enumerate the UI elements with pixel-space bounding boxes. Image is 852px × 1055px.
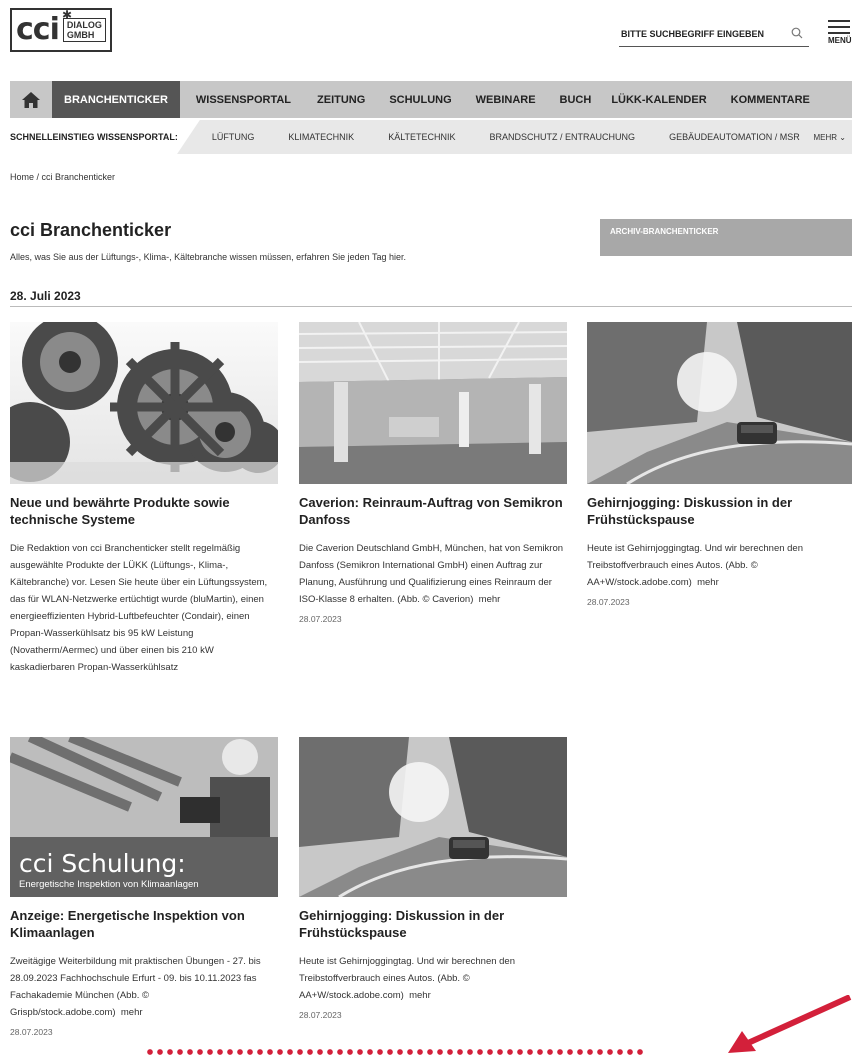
nav-item-luekk-kalender[interactable]: LÜKK-KALENDER <box>601 81 716 118</box>
logo-box: cci DIALOG GMBH <box>10 8 112 52</box>
gears-image[interactable] <box>10 322 278 484</box>
breadcrumb[interactable]: Home / cci Branchenticker <box>10 172 115 182</box>
red-arrow-annotation <box>728 995 852 1053</box>
article-title[interactable]: Gehirnjogging: Diskussion in der Frühstü… <box>587 494 852 528</box>
article-text: Die Caverion Deutschland GmbH, München, … <box>299 543 564 605</box>
article-card: cci Schulung: Energetische Inspektion vo… <box>10 737 278 1037</box>
more-dropdown[interactable]: MEHR ⌄ <box>814 133 847 142</box>
training-image[interactable]: cci Schulung: Energetische Inspektion vo… <box>10 737 278 897</box>
nav-item-buch[interactable]: BUCH <box>550 81 602 118</box>
subnav-item-kaeltetechnik[interactable]: KÄLTETECHNIK <box>388 132 455 142</box>
search-input[interactable] <box>619 25 783 40</box>
site-header: cci DIALOG GMBH ✱ MENÜ <box>0 0 852 80</box>
page-title: cci Branchenticker <box>10 220 172 240</box>
more-link[interactable]: mehr <box>121 1007 143 1018</box>
article-title[interactable]: Gehirnjogging: Diskussion in der Frühstü… <box>299 907 567 941</box>
more-label: MEHR <box>813 132 838 142</box>
nav-item-wissensportal[interactable]: WISSENSPORTAL <box>186 81 301 118</box>
hamburger-icon <box>828 20 850 34</box>
search-icon[interactable] <box>791 27 803 42</box>
divider <box>10 306 852 307</box>
article-text: Heute ist Gehirnjoggingtag. Und wir bere… <box>587 543 803 588</box>
image-subtitle: Energetische Inspektion von Klimaanlagen <box>19 879 199 890</box>
car-image[interactable] <box>587 322 852 484</box>
article-text: Heute ist Gehirnjoggingtag. Und wir bere… <box>299 956 515 1001</box>
car-image[interactable] <box>299 737 567 897</box>
chevron-down-icon: ⌄ <box>839 132 846 142</box>
article-card: Neue und bewährte Produkte sowie technis… <box>10 322 278 676</box>
article-text: Zweitägige Weiterbildung mit praktischen… <box>10 956 261 1018</box>
article-title[interactable]: Caverion: Reinraum-Auftrag von Semikron … <box>299 494 567 528</box>
image-title: cci Schulung: <box>19 849 186 878</box>
article-card: Caverion: Reinraum-Auftrag von Semikron … <box>299 322 567 624</box>
article-title[interactable]: Anzeige: Energetische Inspektion von Kli… <box>10 907 278 941</box>
article-date: 28.07.2023 <box>299 614 342 624</box>
logo-text: cci <box>16 12 60 47</box>
article-date: 28.07.2023 <box>299 1010 342 1020</box>
article-text: Die Redaktion von cci Branchenticker ste… <box>10 543 268 673</box>
cleanroom-image[interactable] <box>299 322 567 484</box>
nav-item-kommentare[interactable]: KOMMENTARE <box>721 81 820 118</box>
more-link[interactable]: mehr <box>409 990 431 1001</box>
logo[interactable]: cci DIALOG GMBH ✱ <box>10 8 112 52</box>
home-icon[interactable] <box>10 81 52 118</box>
menu-button[interactable]: MENÜ <box>828 20 852 45</box>
subnav-item-lueftung[interactable]: LÜFTUNG <box>212 132 255 142</box>
nav-item-zeitung[interactable]: ZEITUNG <box>307 81 375 118</box>
main-navigation: BRANCHENTICKER WISSENSPORTAL ZEITUNG SCH… <box>10 81 852 118</box>
more-link[interactable]: mehr <box>479 594 501 605</box>
article-date: 28.07.2023 <box>10 1027 53 1037</box>
archive-button[interactable]: ARCHIV-BRANCHENTICKER <box>600 219 852 256</box>
subnav-item-gebaeudeautomation[interactable]: GEBÄUDEAUTOMATION / MSR <box>669 132 800 142</box>
nav-item-webinare[interactable]: WEBINARE <box>466 81 546 118</box>
article-title[interactable]: Neue und bewährte Produkte sowie technis… <box>10 494 278 528</box>
quick-access-bar: SCHNELLEINSTIEG WISSENSPORTAL: LÜFTUNG K… <box>10 120 852 154</box>
page-intro: Alles, was Sie aus der Lüftungs-, Klima-… <box>10 252 407 262</box>
date-heading: 28. Juli 2023 <box>10 289 81 303</box>
article-date: 28.07.2023 <box>587 597 630 607</box>
subnav-item-brandschutz[interactable]: BRANDSCHUTZ / ENTRAUCHUNG <box>490 132 636 142</box>
nav-item-branchenticker[interactable]: BRANCHENTICKER <box>52 81 180 118</box>
logo-star-icon: ✱ <box>62 8 73 22</box>
nav-item-schulung[interactable]: SCHULUNG <box>379 81 461 118</box>
dotted-annotation-line <box>145 1049 645 1055</box>
menu-label: MENÜ <box>828 36 852 45</box>
search-box <box>619 24 809 47</box>
article-card: Gehirnjogging: Diskussion in der Frühstü… <box>299 737 567 1020</box>
subnav-item-klimatechnik[interactable]: KLIMATECHNIK <box>288 132 354 142</box>
quick-access-label: SCHNELLEINSTIEG WISSENSPORTAL: <box>10 120 200 154</box>
article-card: Gehirnjogging: Diskussion in der Frühstü… <box>587 322 852 607</box>
more-link[interactable]: mehr <box>697 577 719 588</box>
